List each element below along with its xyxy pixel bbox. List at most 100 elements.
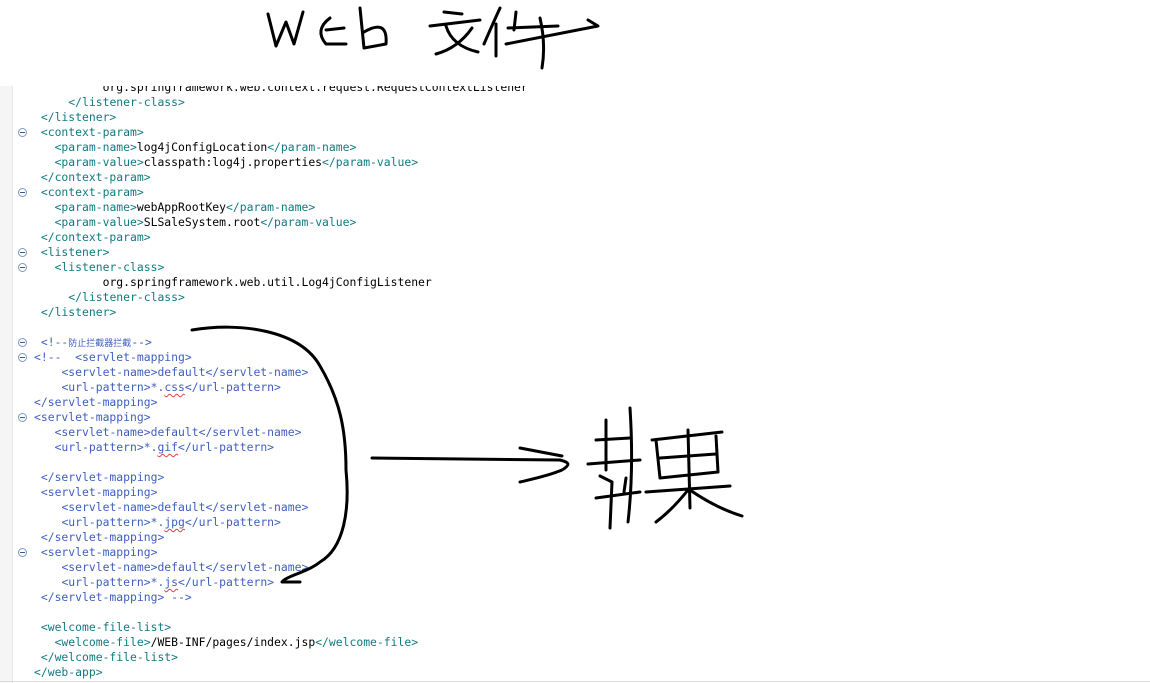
code-token: </param-value> <box>260 215 357 229</box>
code-token: </web-app> <box>34 665 103 679</box>
code-line[interactable]: org.springframework.web.util.Log4jConfig… <box>0 275 1150 290</box>
code-line-text: <servlet-name>default</servlet-name> <box>61 560 308 575</box>
code-line[interactable]: </listener> <box>0 305 1150 320</box>
code-token: /WEB-INF/pages/index.jsp <box>150 635 316 649</box>
fold-toggle-icon[interactable] <box>18 128 27 137</box>
code-line-text: <welcome-file>/WEB-INF/pages/index.jsp</… <box>55 635 418 650</box>
code-line[interactable]: </servlet-mapping> <box>0 470 1150 485</box>
code-token: SLSaleSystem.root <box>143 215 261 229</box>
code-line[interactable]: <url-pattern>*.jpg</url-pattern> <box>0 515 1150 530</box>
code-token: <context-param> <box>40 125 144 139</box>
fold-toggle-icon[interactable] <box>18 338 27 347</box>
code-line[interactable] <box>0 605 1150 620</box>
code-line[interactable]: <servlet-mapping> <box>0 545 1150 560</box>
code-line[interactable]: </web-app> <box>0 665 1150 680</box>
code-line[interactable]: <param-name>webAppRootKey</param-name> <box>0 200 1150 215</box>
code-line[interactable]: <welcome-file-list> <box>0 620 1150 635</box>
code-line-text: <servlet-name>default</servlet-name> <box>61 365 308 380</box>
code-line-text: <param-value>classpath:log4j.properties<… <box>55 155 418 170</box>
code-token: org.springframework.web.util.Log4jConfig… <box>102 275 432 289</box>
fold-toggle-icon[interactable] <box>18 413 27 422</box>
code-line[interactable]: <servlet-name>default</servlet-name> <box>0 560 1150 575</box>
code-line[interactable]: <url-pattern>*.gif</url-pattern> <box>0 440 1150 455</box>
code-line[interactable]: </servlet-mapping> <box>0 530 1150 545</box>
code-line[interactable]: <listener-class> <box>0 260 1150 275</box>
fold-toggle-icon[interactable] <box>18 548 27 557</box>
code-line-text: <listener> <box>41 245 110 260</box>
code-token: jpg <box>164 515 185 529</box>
code-line-text: </welcome-file-list> <box>41 650 178 665</box>
code-line[interactable]: org.springframework.web.context.request.… <box>0 86 1150 95</box>
code-line[interactable]: <param-value>SLSaleSystem.root</param-va… <box>0 215 1150 230</box>
code-line[interactable]: <servlet-name>default</servlet-name> <box>0 425 1150 440</box>
code-token: <servlet-name>default</servlet-name> <box>61 500 309 514</box>
code-token: <param-name> <box>54 200 137 214</box>
code-line[interactable]: <listener> <box>0 245 1150 260</box>
code-token: js <box>164 575 179 589</box>
code-token: classpath:log4j.properties <box>143 155 323 169</box>
code-line-text: <param-value>SLSaleSystem.root</param-va… <box>55 215 357 230</box>
code-line[interactable]: <servlet-name>default</servlet-name> <box>0 365 1150 380</box>
code-line[interactable]: </context-param> <box>0 170 1150 185</box>
code-line-text: <servlet-mapping> <box>41 485 158 500</box>
code-token: <param-value> <box>54 155 144 169</box>
code-line[interactable]: </context-param> <box>0 230 1150 245</box>
code-line-text: <listener-class> <box>55 260 165 275</box>
code-line[interactable]: <param-name>log4jConfigLocation</param-n… <box>0 140 1150 155</box>
code-token: <servlet-mapping> <box>34 410 151 424</box>
code-token: </param-value> <box>322 155 419 169</box>
code-token: <url-pattern>*. <box>54 440 158 454</box>
code-token: log4jConfigLocation <box>136 140 268 154</box>
code-line-text: </servlet-mapping> --> <box>41 590 192 605</box>
fold-toggle-icon[interactable] <box>18 353 27 362</box>
code-line[interactable]: </welcome-file-list> <box>0 650 1150 665</box>
code-line[interactable]: <context-param> <box>0 185 1150 200</box>
code-token: webAppRootKey <box>136 200 227 214</box>
code-line-text: <!-- <servlet-mapping> <box>34 350 192 365</box>
code-line[interactable]: </listener-class> <box>0 290 1150 305</box>
code-line-text: <param-name>webAppRootKey</param-name> <box>55 200 316 215</box>
code-line-text: </servlet-mapping> <box>34 395 157 410</box>
code-line-text: </servlet-mapping> <box>41 530 164 545</box>
fold-toggle-icon[interactable] <box>18 248 27 257</box>
code-line-text: <url-pattern>*.gif</url-pattern> <box>55 440 274 455</box>
code-line-text: <param-name>log4jConfigLocation</param-n… <box>55 140 357 155</box>
code-line[interactable] <box>0 455 1150 470</box>
code-token: <!-- <box>40 335 69 349</box>
code-line-text: <context-param> <box>41 125 144 140</box>
code-token: <param-name> <box>54 140 137 154</box>
code-token: <servlet-name>default</servlet-name> <box>54 425 302 439</box>
code-line[interactable]: </servlet-mapping> --> <box>0 590 1150 605</box>
code-line[interactable]: </servlet-mapping> <box>0 395 1150 410</box>
code-token: <listener> <box>40 245 110 259</box>
code-line[interactable]: <url-pattern>*.js</url-pattern> <box>0 575 1150 590</box>
code-line-text: </listener-class> <box>68 95 185 110</box>
code-token: </listener> <box>40 305 117 319</box>
code-line[interactable]: <servlet-mapping> <box>0 410 1150 425</box>
code-line-text: <url-pattern>*.js</url-pattern> <box>61 575 274 590</box>
fold-toggle-icon[interactable] <box>18 263 27 272</box>
code-line[interactable]: <servlet-name>default</servlet-name> <box>0 500 1150 515</box>
code-line[interactable]: <context-param> <box>0 125 1150 140</box>
code-line[interactable]: <!-- <servlet-mapping> <box>0 350 1150 365</box>
code-token: </url-pattern> <box>184 380 281 394</box>
code-token: </url-pattern> <box>178 440 275 454</box>
code-token: <!-- <servlet-mapping> <box>34 350 192 364</box>
code-line-text: <servlet-name>default</servlet-name> <box>55 425 302 440</box>
code-line[interactable]: <param-value>classpath:log4j.properties<… <box>0 155 1150 170</box>
code-line[interactable]: </listener> <box>0 110 1150 125</box>
code-token: <url-pattern>*. <box>61 380 165 394</box>
code-line[interactable]: <welcome-file>/WEB-INF/pages/index.jsp</… <box>0 635 1150 650</box>
code-line-text: </servlet-mapping> <box>41 470 164 485</box>
code-token: org.springframework.web.context.request.… <box>102 86 528 94</box>
code-line[interactable] <box>0 320 1150 335</box>
code-line[interactable]: <!--防止拦截器拦截--> <box>0 335 1150 350</box>
code-line[interactable]: <servlet-mapping> <box>0 485 1150 500</box>
xml-code-editor[interactable]: org.springframework.web.context.request.… <box>0 86 1150 683</box>
code-token: gif <box>157 440 179 454</box>
code-line[interactable]: </listener-class> <box>0 95 1150 110</box>
code-line-text: </context-param> <box>41 230 151 245</box>
code-line[interactable]: <url-pattern>*.css</url-pattern> <box>0 380 1150 395</box>
code-line-text: </listener> <box>41 110 116 125</box>
fold-toggle-icon[interactable] <box>18 188 27 197</box>
